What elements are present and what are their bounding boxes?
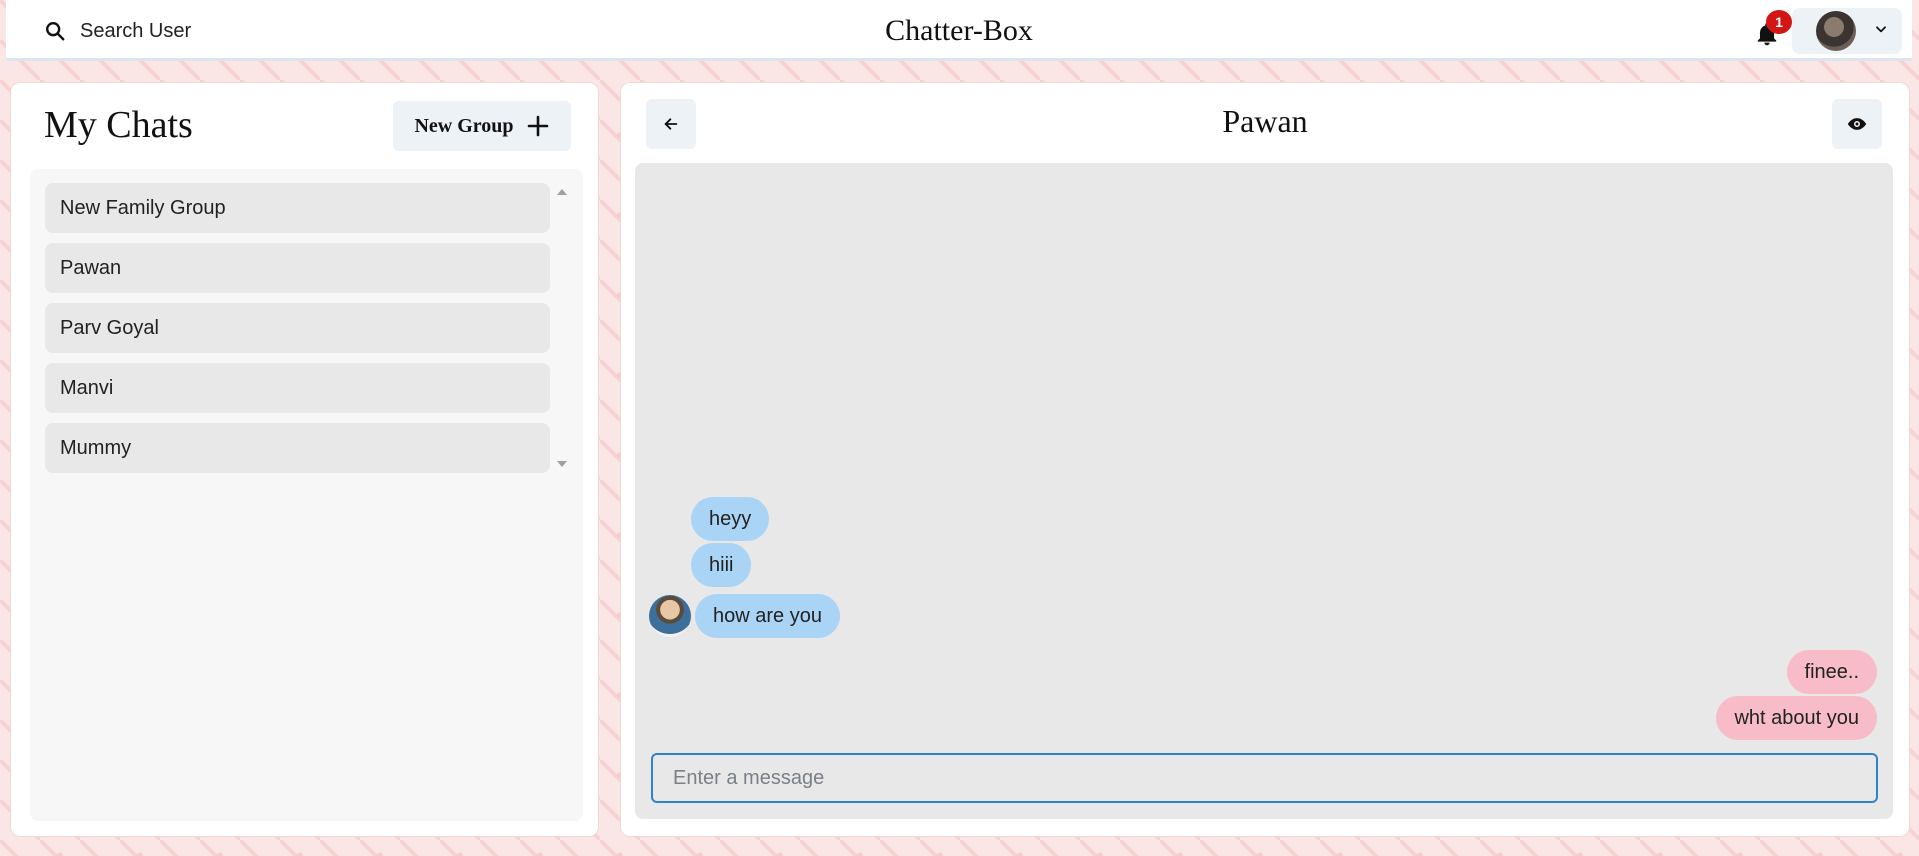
chat-item-parv-goyal[interactable]: Parv Goyal <box>45 303 550 353</box>
top-header: Search User Chatter-Box 1 <box>6 0 1912 61</box>
chat-list-scrollbar[interactable] <box>553 183 569 473</box>
message-received: hiii <box>691 543 752 587</box>
search-user-label: Search User <box>80 19 192 42</box>
chat-list-container: New Family Group Pawan Parv Goyal Manvi … <box>30 169 583 821</box>
message-input[interactable] <box>651 753 1878 803</box>
notification-badge: 1 <box>1766 10 1792 34</box>
app-title: Chatter-Box <box>885 14 1033 47</box>
message-sent: finee.. <box>1786 650 1877 694</box>
plus-icon <box>527 115 548 137</box>
scroll-up-arrow-icon[interactable] <box>557 189 567 195</box>
notification-button[interactable]: 1 <box>1754 10 1792 50</box>
scroll-down-arrow-icon[interactable] <box>557 461 567 467</box>
avatar <box>1816 11 1856 51</box>
eye-icon <box>1847 118 1867 130</box>
arrow-left-icon <box>664 118 678 130</box>
sender-avatar[interactable] <box>649 595 691 637</box>
chat-title: Pawan <box>1222 103 1308 139</box>
new-group-button[interactable]: New Group <box>393 101 571 151</box>
view-profile-button[interactable] <box>1832 99 1882 149</box>
message-received: heyy <box>691 497 770 541</box>
message-received: how are you <box>695 594 840 638</box>
chat-item-pawan[interactable]: Pawan <box>45 243 550 293</box>
new-group-label: New Group <box>414 114 514 137</box>
chat-item-manvi[interactable]: Manvi <box>45 363 550 413</box>
my-chats-title: My Chats <box>44 104 193 146</box>
message-sent: wht about you <box>1716 696 1877 740</box>
my-chats-panel: My Chats New Group New Family Group Pawa… <box>10 82 599 837</box>
chevron-down-icon <box>1874 22 1888 41</box>
chat-item-new-family-group[interactable]: New Family Group <box>45 183 550 233</box>
profile-menu-button[interactable] <box>1792 8 1902 54</box>
chat-panel: Pawan heyy hiii how are you finee.. wht … <box>620 82 1910 837</box>
back-button[interactable] <box>646 99 696 149</box>
search-user-button[interactable]: Search User <box>36 12 206 50</box>
chat-item-mummy[interactable]: Mummy <box>45 423 550 473</box>
messages-area[interactable]: heyy hiii how are you finee.. wht about … <box>635 163 1893 819</box>
chat-list[interactable]: New Family Group Pawan Parv Goyal Manvi … <box>45 183 550 483</box>
search-icon <box>46 22 65 41</box>
